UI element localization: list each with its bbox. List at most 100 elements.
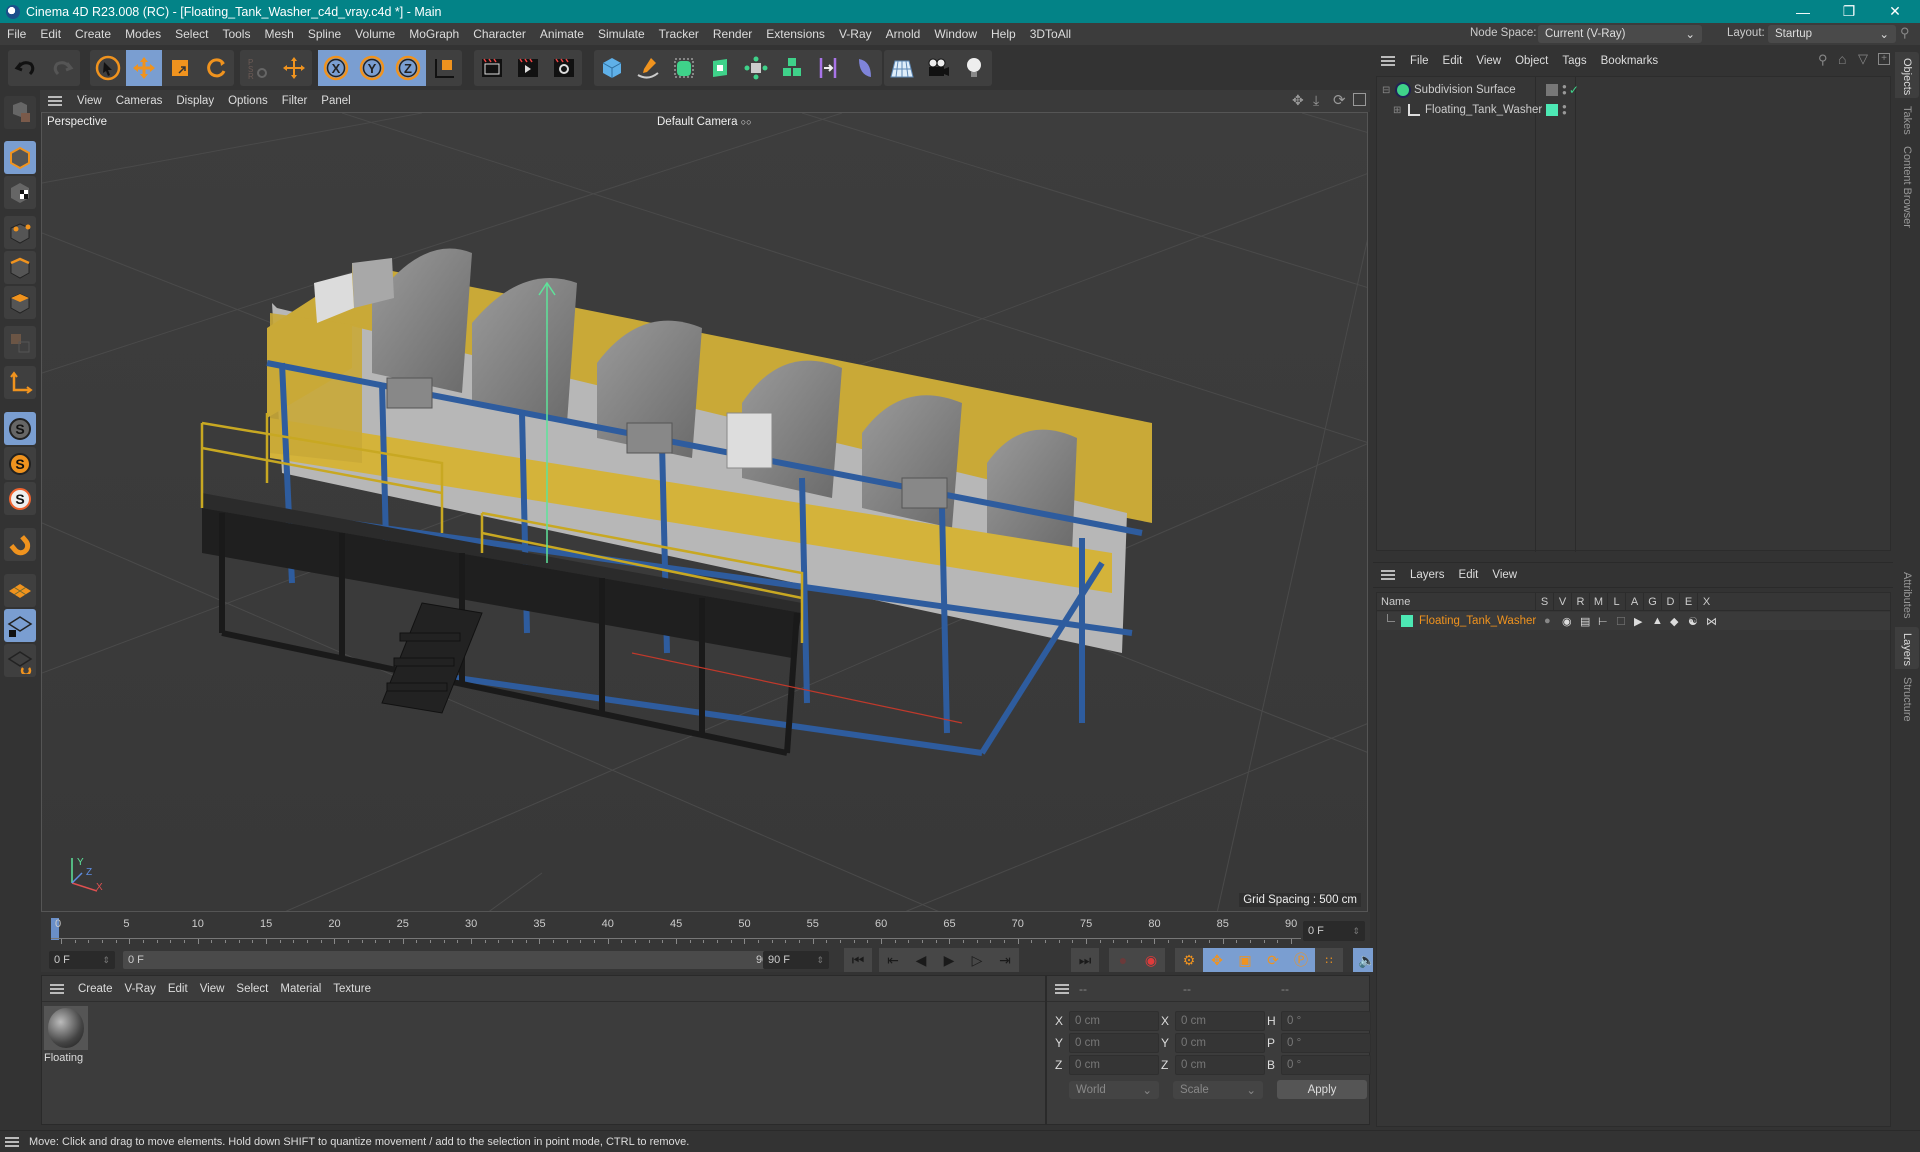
- menu-select[interactable]: Select: [168, 27, 215, 41]
- scale-tool-button[interactable]: [162, 50, 198, 86]
- menu-help[interactable]: Help: [984, 27, 1023, 41]
- magnet-button[interactable]: [4, 528, 36, 561]
- expression-icon[interactable]: ☯: [1688, 615, 1702, 628]
- previous-frame-button[interactable]: ◀: [907, 948, 935, 972]
- object-menu-object[interactable]: Object: [1508, 55, 1555, 67]
- menu-render[interactable]: Render: [706, 27, 759, 41]
- collapse-icon[interactable]: ⊟: [1382, 85, 1392, 96]
- orbit-icon[interactable]: ⟳: [1333, 91, 1346, 109]
- layer-name[interactable]: Floating_Tank_Washer: [1419, 615, 1545, 627]
- previous-key-button[interactable]: ⇤: [879, 948, 907, 972]
- layer-menu-view[interactable]: View: [1485, 569, 1524, 581]
- tab-objects[interactable]: Objects: [1895, 52, 1919, 98]
- object-menu-bookmarks[interactable]: Bookmarks: [1594, 55, 1666, 67]
- generator-icon[interactable]: ▲: [1652, 615, 1666, 628]
- layer-tag-icon[interactable]: [1546, 84, 1558, 96]
- material-menu-texture[interactable]: Texture: [327, 983, 377, 995]
- viewport-menu-view[interactable]: View: [70, 95, 109, 107]
- layer-menu-edit[interactable]: Edit: [1452, 569, 1486, 581]
- tab-content-browser[interactable]: Content Browser: [1895, 140, 1919, 235]
- new-window-icon[interactable]: +: [1878, 53, 1890, 65]
- object-row-subdivision-surface[interactable]: ⊟ Subdivision Surface ● ● ✓: [1377, 80, 1890, 100]
- maximize-view-icon[interactable]: [1353, 93, 1366, 106]
- snap-settings-button[interactable]: S: [4, 447, 36, 480]
- filter-icon[interactable]: ▽: [1858, 51, 1868, 67]
- hamburger-icon[interactable]: [48, 96, 62, 106]
- material-menu-material[interactable]: Material: [274, 983, 327, 995]
- current-frame-field[interactable]: 0 F ⇕: [1303, 921, 1365, 941]
- viewport-menu-display[interactable]: Display: [169, 95, 221, 107]
- next-frame-button[interactable]: ▷: [963, 948, 991, 972]
- menu-extensions[interactable]: Extensions: [759, 27, 832, 41]
- coordinate-mode-dropdown[interactable]: Scale ⌄: [1173, 1081, 1263, 1099]
- uv-mode-button[interactable]: [4, 326, 36, 359]
- column-animation[interactable]: A: [1625, 593, 1643, 611]
- pen-button[interactable]: [630, 50, 666, 86]
- hamburger-icon[interactable]: [50, 983, 64, 994]
- hamburger-icon[interactable]: [1381, 56, 1395, 66]
- node-space-dropdown[interactable]: Current (V-Ray) ⌄: [1538, 25, 1702, 43]
- pan-icon[interactable]: ✥: [1292, 92, 1304, 109]
- xref-icon[interactable]: ⋈: [1706, 615, 1720, 628]
- rotate-tool-button[interactable]: [198, 50, 234, 86]
- viewport-3d[interactable]: Y Z X Perspective Default Camera ○○ Grid…: [41, 112, 1368, 912]
- key-parameter-button[interactable]: Ⓟ: [1287, 948, 1315, 972]
- column-deformers[interactable]: D: [1661, 593, 1679, 611]
- search-icon[interactable]: ⚲: [1900, 25, 1910, 41]
- locked-workplane-button[interactable]: [4, 609, 36, 642]
- search-icon[interactable]: ⚲: [1818, 52, 1828, 68]
- layer-color-swatch[interactable]: [1401, 615, 1413, 627]
- tab-layers[interactable]: Layers: [1895, 627, 1919, 669]
- symmetry-button[interactable]: [810, 50, 846, 86]
- cube-button[interactable]: [594, 50, 630, 86]
- size-z-field[interactable]: 0 cm: [1175, 1055, 1265, 1075]
- viewport-menu-options[interactable]: Options: [221, 95, 275, 107]
- menu-simulate[interactable]: Simulate: [591, 27, 652, 41]
- layout-dropdown[interactable]: Startup ⌄: [1768, 25, 1896, 43]
- size-x-field[interactable]: 0 cm: [1175, 1011, 1265, 1031]
- restore-button[interactable]: ❐: [1826, 0, 1872, 23]
- key-scale-button[interactable]: ▣: [1231, 948, 1259, 972]
- pos-y-field[interactable]: 0 cm: [1069, 1033, 1159, 1053]
- menu-tools[interactable]: Tools: [215, 27, 257, 41]
- record-keys-button[interactable]: ●: [1109, 948, 1137, 972]
- expand-icon[interactable]: ⊞: [1393, 105, 1403, 116]
- viewport-camera-label[interactable]: Default Camera ○○: [657, 116, 752, 128]
- z-axis-button[interactable]: Z: [390, 50, 426, 86]
- point-mode-button[interactable]: [4, 216, 36, 249]
- solo-icon[interactable]: ●: [1544, 615, 1558, 628]
- subdivision-button[interactable]: [666, 50, 702, 86]
- autokey-button[interactable]: ◉: [1137, 948, 1165, 972]
- play-button[interactable]: ▶: [935, 948, 963, 972]
- snap-workplane-button[interactable]: S: [4, 482, 36, 515]
- keyframe-selection-button[interactable]: ⚙: [1175, 948, 1203, 972]
- column-xrefs[interactable]: X: [1697, 593, 1715, 611]
- menu-create[interactable]: Create: [68, 27, 118, 41]
- material-menu-view[interactable]: View: [194, 983, 231, 995]
- column-render[interactable]: R: [1571, 593, 1589, 611]
- pos-z-field[interactable]: 0 cm: [1069, 1055, 1159, 1075]
- home-icon[interactable]: ⌂: [1838, 51, 1846, 67]
- object-menu-edit[interactable]: Edit: [1436, 55, 1470, 67]
- floor-button[interactable]: [884, 50, 920, 86]
- column-generators[interactable]: G: [1643, 593, 1661, 611]
- move-tool-button[interactable]: [126, 50, 162, 86]
- make-editable-button[interactable]: [4, 96, 36, 129]
- menu-edit[interactable]: Edit: [33, 27, 68, 41]
- rot-h-field[interactable]: 0 °: [1281, 1011, 1371, 1031]
- model-mode-button[interactable]: [4, 141, 36, 174]
- select-tool-button[interactable]: [90, 50, 126, 86]
- menu-character[interactable]: Character: [466, 27, 533, 41]
- hamburger-icon[interactable]: [1055, 983, 1069, 994]
- edge-mode-button[interactable]: [4, 251, 36, 284]
- light-button[interactable]: [956, 50, 992, 86]
- x-axis-button[interactable]: X: [318, 50, 354, 86]
- y-axis-button[interactable]: Y: [354, 50, 390, 86]
- material-menu-vray[interactable]: V-Ray: [119, 983, 162, 995]
- menu-volume[interactable]: Volume: [348, 27, 402, 41]
- dolly-icon[interactable]: ⤓: [1313, 92, 1319, 109]
- menu-tracker[interactable]: Tracker: [652, 27, 706, 41]
- menu-animate[interactable]: Animate: [533, 27, 591, 41]
- viewport-menu-panel[interactable]: Panel: [314, 95, 357, 107]
- render-view-button[interactable]: [474, 50, 510, 86]
